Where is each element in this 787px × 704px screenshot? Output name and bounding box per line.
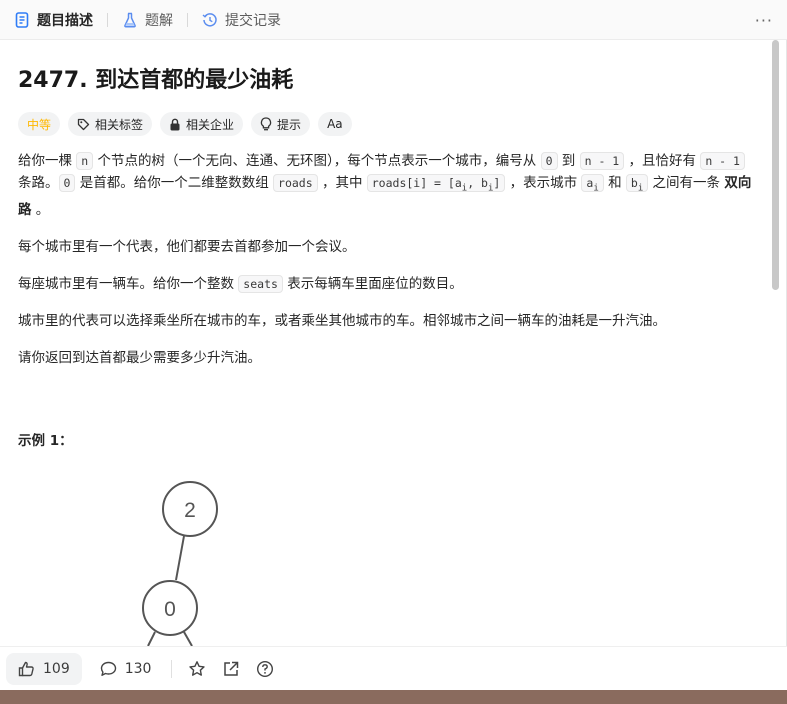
history-icon xyxy=(202,12,218,28)
share-icon[interactable] xyxy=(222,660,240,678)
star-icon[interactable] xyxy=(188,660,206,678)
tab-solutions-label: 题解 xyxy=(145,12,173,29)
comment-icon xyxy=(100,661,117,677)
tab-submissions-label: 提交记录 xyxy=(225,12,281,29)
tab-solutions[interactable]: 题解 xyxy=(122,0,173,40)
tree-edge xyxy=(183,631,193,646)
flask-icon xyxy=(122,12,138,28)
tab-bar: 题目描述 题解 提交记录 ··· xyxy=(0,0,787,40)
desktop-background-strip xyxy=(0,690,787,704)
tree-node-label: 0 xyxy=(164,598,176,621)
comments-button[interactable]: 130 xyxy=(100,660,152,677)
comment-count: 130 xyxy=(124,660,152,677)
tab-divider xyxy=(187,12,188,27)
like-count: 109 xyxy=(43,660,70,677)
tree-edge xyxy=(175,535,185,581)
tab-description-label: 题目描述 xyxy=(37,12,93,29)
example-tree-diagram: 2 0 xyxy=(142,481,218,646)
thumbs-up-icon xyxy=(18,661,35,677)
tree-node-label: 2 xyxy=(184,499,196,522)
like-button[interactable]: 109 xyxy=(6,652,82,685)
tab-divider xyxy=(107,12,108,27)
problem-content: 2477. 到达首都的最少油耗 中等 相关标签 相关企业 提示 Aa 给你一棵 … xyxy=(0,40,787,646)
help-icon[interactable] xyxy=(256,660,274,678)
footer-divider xyxy=(171,659,173,678)
tab-submissions[interactable]: 提交记录 xyxy=(202,0,281,40)
tree-edge xyxy=(147,631,156,646)
problem-window: 题目描述 题解 提交记录 ··· 2477. 到达首都的最少油耗 中等 相关标签… xyxy=(0,0,787,690)
doc-icon xyxy=(14,11,30,28)
more-options-icon[interactable]: ··· xyxy=(755,11,773,30)
footer-toolbar: 109 130 xyxy=(0,646,787,690)
scrollbar[interactable] xyxy=(772,40,779,290)
tab-description[interactable]: 题目描述 xyxy=(14,0,93,40)
